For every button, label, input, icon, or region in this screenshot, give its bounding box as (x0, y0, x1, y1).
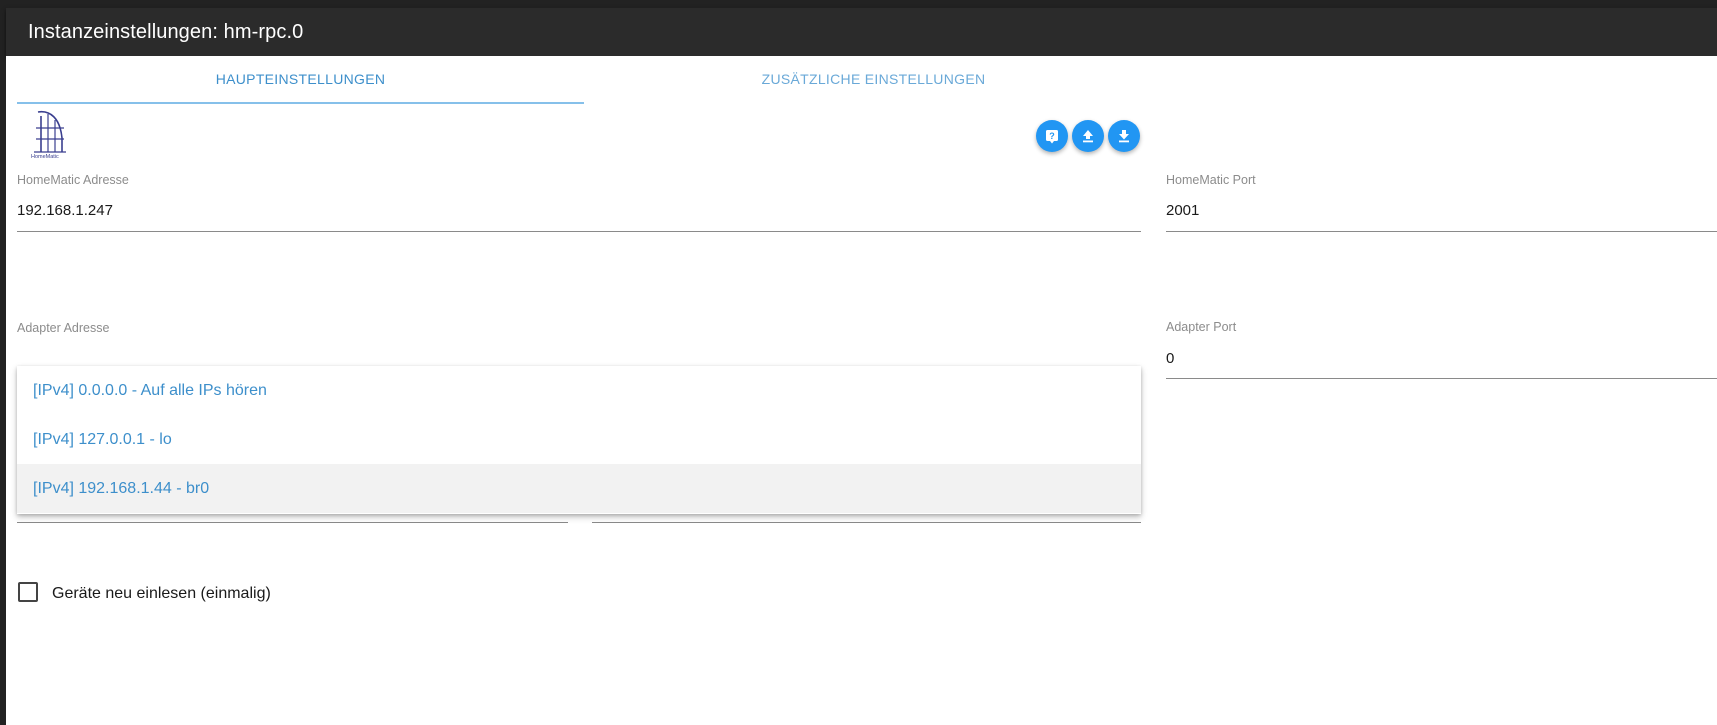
download-button[interactable] (1108, 120, 1140, 152)
logo-text: HomeMatic (31, 154, 59, 160)
homematic-address-label: HomeMatic Adresse (17, 173, 129, 187)
hidden-field-underline-left (17, 522, 568, 523)
adapter-address-option[interactable]: [IPv4] 192.168.1.44 - br0 (17, 464, 1141, 513)
active-tab-indicator (17, 102, 584, 104)
adapter-address-dropdown[interactable]: [IPv4] 0.0.0.0 - Auf alle IPs hören [IPv… (17, 366, 1141, 514)
adapter-port-label: Adapter Port (1166, 320, 1237, 334)
hidden-field-underline-right (592, 522, 1141, 523)
window-title: Instanzeinstellungen: hm-rpc.0 (28, 21, 304, 43)
homematic-port-input[interactable]: 2001 (1166, 202, 1199, 219)
title-bar: Instanzeinstellungen: hm-rpc.0 (6, 8, 1717, 56)
help-button[interactable]: ? (1036, 120, 1068, 152)
adapter-address-option[interactable]: [IPv4] 0.0.0.0 - Auf alle IPs hören (17, 366, 1141, 415)
adapter-port-input[interactable]: 0 (1166, 350, 1174, 367)
adapter-address-label: Adapter Adresse (17, 321, 110, 335)
download-icon (1119, 130, 1129, 143)
homematic-address-input[interactable]: 192.168.1.247 (17, 202, 113, 219)
homematic-port-underline (1166, 231, 1717, 232)
tab-main-settings[interactable]: HAUPTEINSTELLUNGEN (17, 56, 584, 102)
upload-icon (1083, 130, 1093, 143)
adapter-address-option[interactable]: [IPv4] 127.0.0.1 - lo (17, 415, 1141, 464)
upload-button[interactable] (1072, 120, 1104, 152)
reload-devices-label: Geräte neu einlesen (einmalig) (52, 585, 271, 602)
homematic-port-label: HomeMatic Port (1166, 173, 1256, 187)
homematic-logo: HomeMatic (31, 110, 66, 160)
settings-panel: HAUPTEINSTELLUNGEN ZUSÄTZLICHE EINSTELLU… (6, 56, 1717, 725)
svg-text:?: ? (1049, 131, 1055, 141)
reload-devices-checkbox[interactable] (18, 582, 38, 602)
adapter-port-underline (1166, 378, 1717, 379)
tab-additional-settings[interactable]: ZUSÄTZLICHE EINSTELLUNGEN (590, 56, 1157, 102)
homematic-address-underline (17, 231, 1141, 232)
help-icon: ? (1046, 130, 1058, 144)
